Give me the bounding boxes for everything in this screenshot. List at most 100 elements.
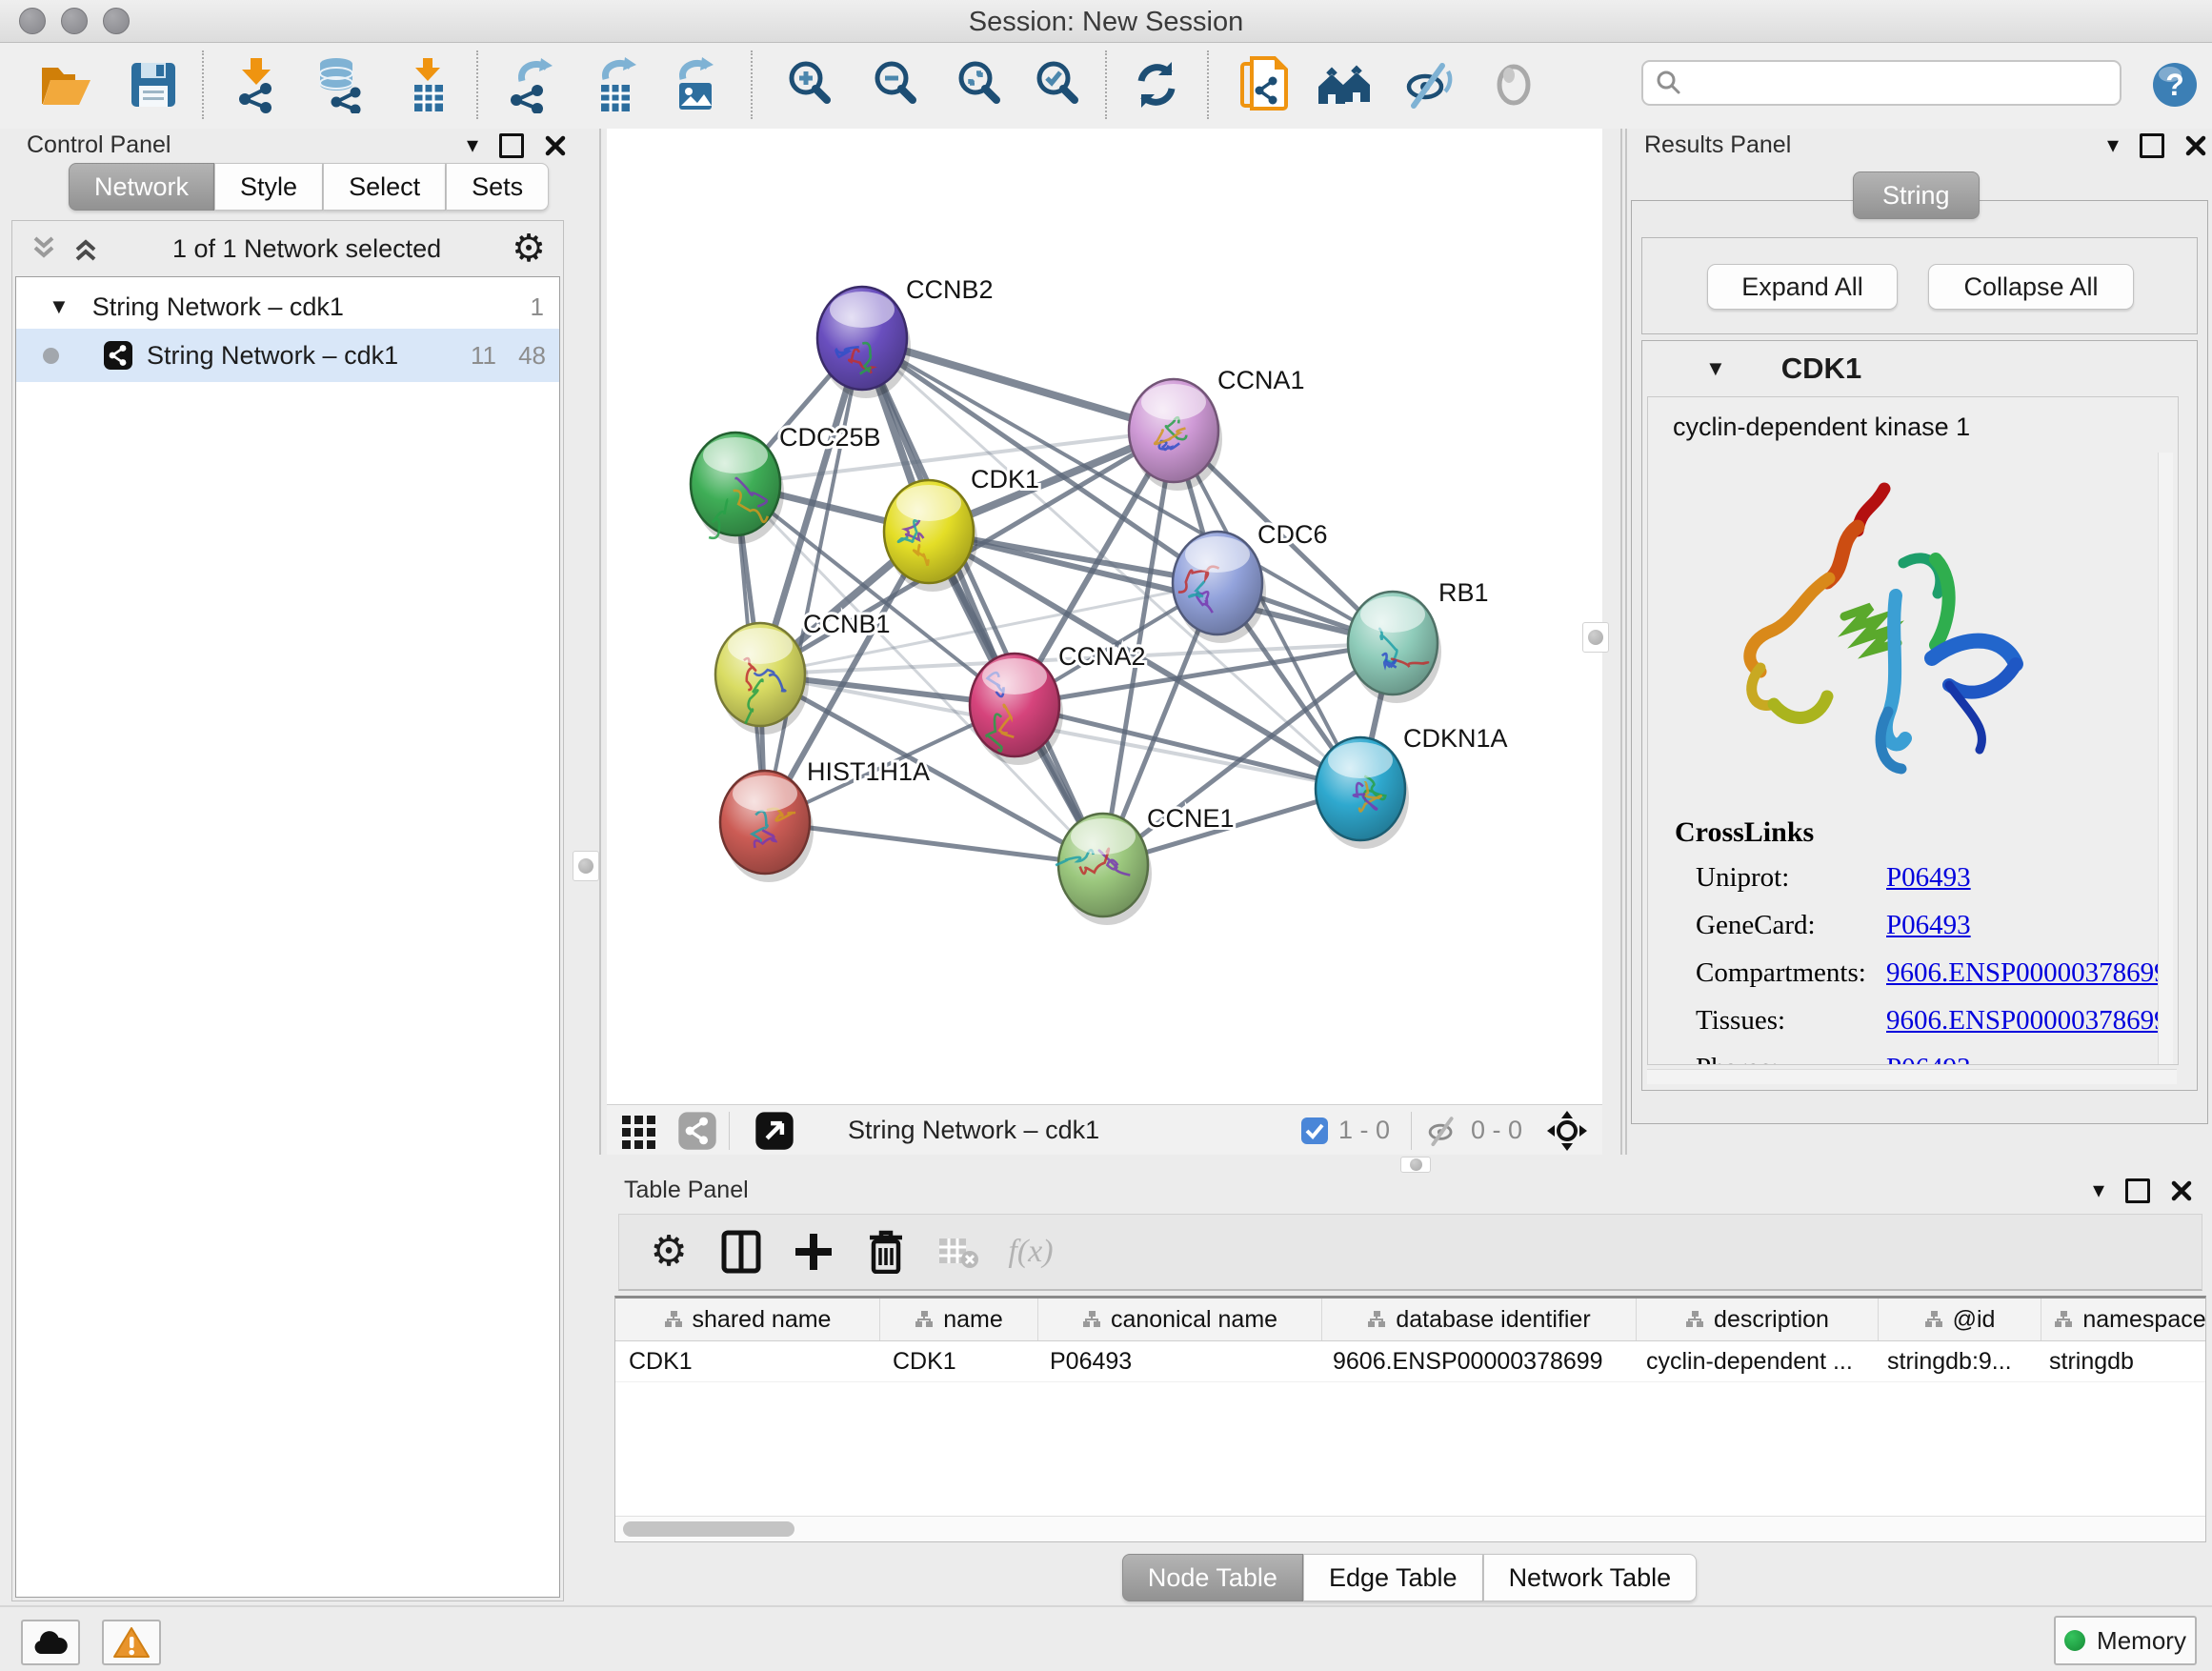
gene-section-header[interactable]: ▼ CDK1 bbox=[1642, 341, 2197, 396]
float-panel-icon[interactable] bbox=[2125, 1178, 2150, 1203]
crosslink-link[interactable]: P06493 bbox=[1886, 862, 1971, 894]
scrollbar-thumb[interactable] bbox=[623, 1521, 794, 1537]
results-tab-string[interactable]: String bbox=[1853, 171, 1980, 219]
search-input[interactable] bbox=[1691, 65, 2120, 101]
import-table-icon[interactable] bbox=[398, 54, 457, 115]
table-cell[interactable]: cyclin-dependent ... bbox=[1633, 1341, 1874, 1381]
export-table-icon[interactable] bbox=[587, 54, 646, 115]
network-edge[interactable] bbox=[765, 822, 1103, 865]
right-splitter[interactable] bbox=[1602, 129, 1631, 1155]
column-header-canonical-name[interactable]: canonical name bbox=[1038, 1299, 1322, 1340]
zoom-selected-icon[interactable] bbox=[1029, 54, 1088, 115]
function-builder-icon[interactable]: f(x) bbox=[995, 1234, 1067, 1270]
help-icon[interactable]: ? bbox=[2145, 54, 2204, 115]
left-splitter-handle[interactable] bbox=[573, 851, 599, 881]
tab-network[interactable]: Network bbox=[69, 163, 214, 211]
network-node-CDKN1A[interactable]: CDKN1A bbox=[1316, 724, 1508, 849]
collection-expander-icon[interactable]: ▼ bbox=[49, 294, 70, 319]
float-panel-icon[interactable] bbox=[2140, 133, 2164, 158]
table-cell[interactable]: CDK1 bbox=[615, 1341, 879, 1381]
panel-menu-icon[interactable]: ▾ bbox=[467, 134, 478, 157]
warnings-button[interactable] bbox=[102, 1620, 161, 1665]
column-header-namespace[interactable]: namespace bbox=[2041, 1299, 2212, 1340]
column-header-@id[interactable]: @id bbox=[1879, 1299, 2041, 1340]
column-header-description[interactable]: description bbox=[1637, 1299, 1879, 1340]
collapse-all-button[interactable]: Collapse All bbox=[1928, 264, 2134, 310]
results-horizontal-scrollbar[interactable] bbox=[1647, 1069, 2177, 1084]
hidden-items-icon[interactable] bbox=[1423, 1114, 1461, 1148]
column-header-name[interactable]: name bbox=[880, 1299, 1038, 1340]
tab-select[interactable]: Select bbox=[323, 163, 446, 211]
export-image-icon[interactable] bbox=[667, 54, 726, 115]
import-network-icon[interactable] bbox=[227, 54, 286, 115]
horizontal-splitter-handle[interactable] bbox=[1400, 1157, 1431, 1173]
save-session-icon[interactable] bbox=[124, 54, 183, 115]
table-row[interactable]: CDK1CDK1P064939606.ENSP00000378699cyclin… bbox=[615, 1341, 2205, 1382]
collapse-all-icon[interactable] bbox=[28, 234, 60, 263]
right-splitter-handle[interactable] bbox=[1582, 622, 1609, 653]
network-node-CCNB2[interactable]: CCNB2 bbox=[817, 275, 994, 398]
zoom-fit-icon[interactable] bbox=[951, 54, 1010, 115]
gene-expander-icon[interactable]: ▼ bbox=[1705, 356, 1726, 381]
tab-edge-table[interactable]: Edge Table bbox=[1303, 1554, 1483, 1601]
share-document-icon[interactable] bbox=[1235, 54, 1294, 115]
table-horizontal-scrollbar[interactable] bbox=[615, 1516, 2205, 1541]
table-cell[interactable]: stringdb bbox=[2036, 1341, 2212, 1381]
share-view-icon[interactable] bbox=[677, 1111, 717, 1151]
export-network-icon[interactable] bbox=[503, 54, 562, 115]
crosslink-link[interactable]: 9606.ENSP00000378699 bbox=[1886, 957, 2168, 989]
zoom-in-icon[interactable] bbox=[781, 54, 840, 115]
delete-column-icon[interactable] bbox=[850, 1230, 922, 1274]
crosslink-link[interactable]: P06493 bbox=[1886, 910, 1971, 941]
column-header-shared-name[interactable]: shared name bbox=[615, 1299, 880, 1340]
float-panel-icon[interactable] bbox=[499, 133, 524, 158]
table-cell[interactable]: 9606.ENSP00000378699 bbox=[1319, 1341, 1633, 1381]
show-columns-icon[interactable] bbox=[705, 1230, 777, 1274]
network-node-CCNE1[interactable]: CCNE1 bbox=[1056, 804, 1234, 925]
refresh-layout-icon[interactable] bbox=[1127, 54, 1186, 115]
tab-node-table[interactable]: Node Table bbox=[1122, 1554, 1303, 1601]
network-graph[interactable]: CCNB2CCNA1CDC25BCDK1CDC6RB1CCNB1CCNA2CDK… bbox=[607, 129, 1602, 1104]
open-in-window-icon[interactable] bbox=[754, 1111, 794, 1151]
grid-view-icon[interactable] bbox=[620, 1112, 658, 1150]
show-eye-icon[interactable] bbox=[1484, 54, 1543, 115]
fit-content-icon[interactable] bbox=[1545, 1109, 1589, 1153]
network-edge[interactable] bbox=[862, 338, 1103, 865]
table-cell[interactable]: CDK1 bbox=[879, 1341, 1036, 1381]
network-edge[interactable] bbox=[765, 338, 862, 822]
delete-table-icon[interactable] bbox=[922, 1235, 995, 1269]
table-settings-gear-icon[interactable]: ⚙ bbox=[633, 1231, 705, 1273]
left-splitter[interactable] bbox=[572, 129, 607, 1155]
crosslink-link[interactable]: P06493 bbox=[1886, 1053, 1971, 1065]
home-view-icon[interactable] bbox=[1315, 54, 1374, 115]
open-session-icon[interactable] bbox=[36, 54, 95, 115]
results-vertical-scrollbar[interactable] bbox=[2158, 453, 2173, 1065]
search-field[interactable] bbox=[1641, 60, 2122, 106]
horizontal-splitter[interactable] bbox=[607, 1155, 1602, 1174]
network-node-HIST1H1A[interactable]: HIST1H1A bbox=[720, 757, 930, 882]
expand-all-icon[interactable] bbox=[70, 234, 102, 263]
memory-button[interactable]: Memory bbox=[2054, 1616, 2197, 1665]
hide-labels-icon[interactable] bbox=[1398, 54, 1458, 115]
network-node-RB1[interactable]: RB1 bbox=[1348, 578, 1489, 703]
network-options-gear-icon[interactable]: ⚙ bbox=[512, 230, 546, 268]
column-header-database-identifier[interactable]: database identifier bbox=[1322, 1299, 1637, 1340]
zoom-out-icon[interactable] bbox=[867, 54, 926, 115]
close-panel-icon[interactable] bbox=[2185, 135, 2206, 156]
add-column-icon[interactable] bbox=[777, 1232, 850, 1272]
table-cell[interactable]: P06493 bbox=[1036, 1341, 1319, 1381]
expand-all-button[interactable]: Expand All bbox=[1707, 264, 1898, 310]
network-node-CCNA2[interactable]: CCNA2 bbox=[970, 642, 1146, 765]
tab-style[interactable]: Style bbox=[214, 163, 323, 211]
network-node-CCNB1[interactable]: CCNB1 bbox=[715, 610, 891, 735]
tab-network-table[interactable]: Network Table bbox=[1483, 1554, 1698, 1601]
panel-menu-icon[interactable]: ▾ bbox=[2107, 134, 2119, 157]
network-canvas[interactable]: CCNB2CCNA1CDC25BCDK1CDC6RB1CCNB1CCNA2CDK… bbox=[607, 129, 1602, 1104]
network-row-selected[interactable]: String Network – cdk1 11 48 bbox=[16, 329, 559, 382]
selected-checkbox-icon[interactable] bbox=[1300, 1117, 1329, 1145]
close-panel-icon[interactable] bbox=[2171, 1180, 2192, 1201]
table-cell[interactable]: stringdb:9... bbox=[1874, 1341, 2036, 1381]
network-collection-row[interactable]: ▼ String Network – cdk1 1 bbox=[16, 285, 559, 329]
crosslink-link[interactable]: 9606.ENSP00000378699 bbox=[1886, 1005, 2168, 1037]
cloud-status-button[interactable] bbox=[21, 1620, 80, 1665]
